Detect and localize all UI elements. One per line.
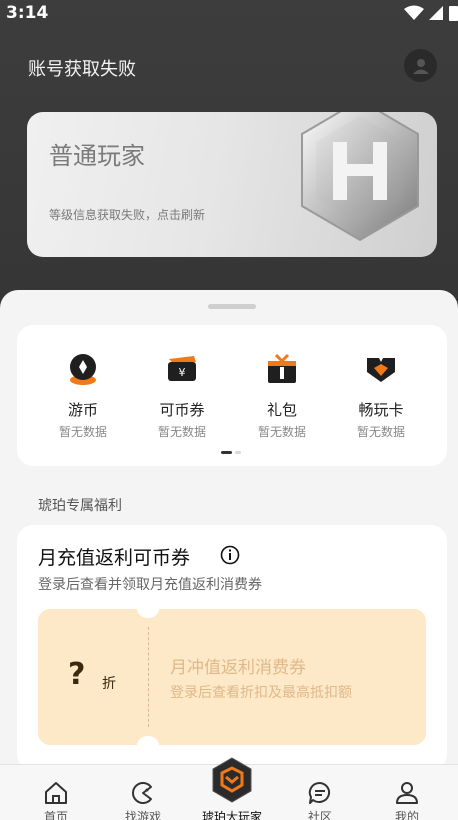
coupon-notch bbox=[137, 609, 159, 618]
rebate-card: 月充值返利可币券 登录后查看并领取月充值返利消费券 ? 折 月冲值返利消费券 登… bbox=[17, 525, 447, 770]
coupon-description: 登录后查看折扣及最高抵扣额 bbox=[170, 685, 352, 701]
pager-dot bbox=[235, 451, 241, 454]
asset-value: 暂无数据 bbox=[157, 425, 206, 439]
header-background: 3:14 账号获取失败 普通玩家 等级信息获取失败，点击刷新 bbox=[0, 0, 458, 330]
coupon-divider bbox=[148, 627, 149, 727]
account-status-title: 账号获取失败 bbox=[28, 59, 136, 80]
coupon-notch bbox=[137, 736, 159, 745]
asset-value: 暂无数据 bbox=[257, 425, 306, 439]
nav-item-community[interactable]: 社区 bbox=[285, 777, 355, 820]
nav-label: 社区 bbox=[307, 810, 332, 820]
status-time: 3:14 bbox=[6, 3, 49, 23]
find-game-icon bbox=[108, 777, 178, 805]
sheet-grabber[interactable] bbox=[208, 304, 256, 309]
cellular-signal-icon bbox=[429, 6, 443, 20]
amber-player-icon[interactable] bbox=[211, 757, 253, 803]
section-label: 琥珀专属福利 bbox=[38, 498, 122, 514]
nav-label: 首页 bbox=[43, 810, 68, 820]
nav-item-profile[interactable]: 我的 bbox=[372, 777, 442, 820]
level-badge-icon bbox=[301, 112, 419, 242]
coupon-discount: ? bbox=[68, 657, 86, 692]
nav-label: 找游戏 bbox=[124, 810, 161, 820]
assets-card: 游币 暂无数据 ¥ 可币券 暂无数据 礼包 暂无数据 畅玩卡 暂无数据 bbox=[17, 325, 447, 466]
asset-value: 暂无数据 bbox=[356, 425, 405, 439]
status-icons bbox=[404, 4, 458, 22]
level-name: 普通玩家 bbox=[49, 142, 145, 170]
play-card-icon bbox=[363, 351, 399, 387]
community-icon bbox=[285, 777, 355, 805]
asset-ticket[interactable]: ¥ 可币券 暂无数据 bbox=[137, 351, 227, 440]
rebate-title: 月充值返利可币券 bbox=[38, 547, 191, 569]
wifi-icon bbox=[404, 5, 424, 20]
ticket-icon: ¥ bbox=[164, 351, 200, 387]
nav-label: 我的 bbox=[394, 810, 419, 820]
asset-label: 游币 bbox=[67, 401, 98, 419]
asset-label: 畅玩卡 bbox=[358, 401, 404, 419]
rebate-coupon[interactable]: ? 折 月冲值返利消费券 登录后查看折扣及最高抵扣额 bbox=[38, 609, 426, 745]
coupon-name: 月冲值返利消费券 bbox=[170, 658, 306, 678]
asset-label: 可币券 bbox=[159, 401, 205, 419]
asset-coin[interactable]: 游币 暂无数据 bbox=[38, 351, 128, 440]
nav-item-home[interactable]: 首页 bbox=[21, 777, 91, 820]
svg-text:¥: ¥ bbox=[179, 366, 186, 379]
battery-icon bbox=[449, 6, 458, 21]
asset-play-card[interactable]: 畅玩卡 暂无数据 bbox=[336, 351, 426, 440]
content-sheet: 游币 暂无数据 ¥ 可币券 暂无数据 礼包 暂无数据 畅玩卡 暂无数据 琥珀专属… bbox=[0, 290, 458, 820]
level-refresh-hint[interactable]: 等级信息获取失败，点击刷新 bbox=[49, 206, 205, 223]
asset-gift[interactable]: 礼包 暂无数据 bbox=[237, 351, 327, 440]
avatar-icon bbox=[412, 58, 429, 74]
status-bar: 3:14 bbox=[0, 0, 458, 28]
rebate-subtitle: 登录后查看并领取月充值返利消费券 bbox=[38, 577, 262, 593]
avatar-button[interactable] bbox=[404, 49, 437, 82]
level-card[interactable]: 普通玩家 等级信息获取失败，点击刷新 bbox=[27, 112, 437, 257]
info-icon[interactable] bbox=[220, 545, 240, 565]
pager-dot-active bbox=[221, 451, 232, 454]
gift-icon bbox=[264, 351, 300, 387]
nav-label: 琥珀大玩家 bbox=[201, 810, 262, 820]
assets-pager bbox=[221, 451, 241, 454]
asset-value: 暂无数据 bbox=[58, 425, 107, 439]
profile-icon bbox=[372, 777, 442, 805]
coupon-discount-unit: 折 bbox=[102, 676, 116, 692]
nav-item-find-game[interactable]: 找游戏 bbox=[108, 777, 178, 820]
coin-icon bbox=[65, 351, 101, 387]
asset-label: 礼包 bbox=[266, 401, 297, 419]
home-icon bbox=[21, 777, 91, 805]
